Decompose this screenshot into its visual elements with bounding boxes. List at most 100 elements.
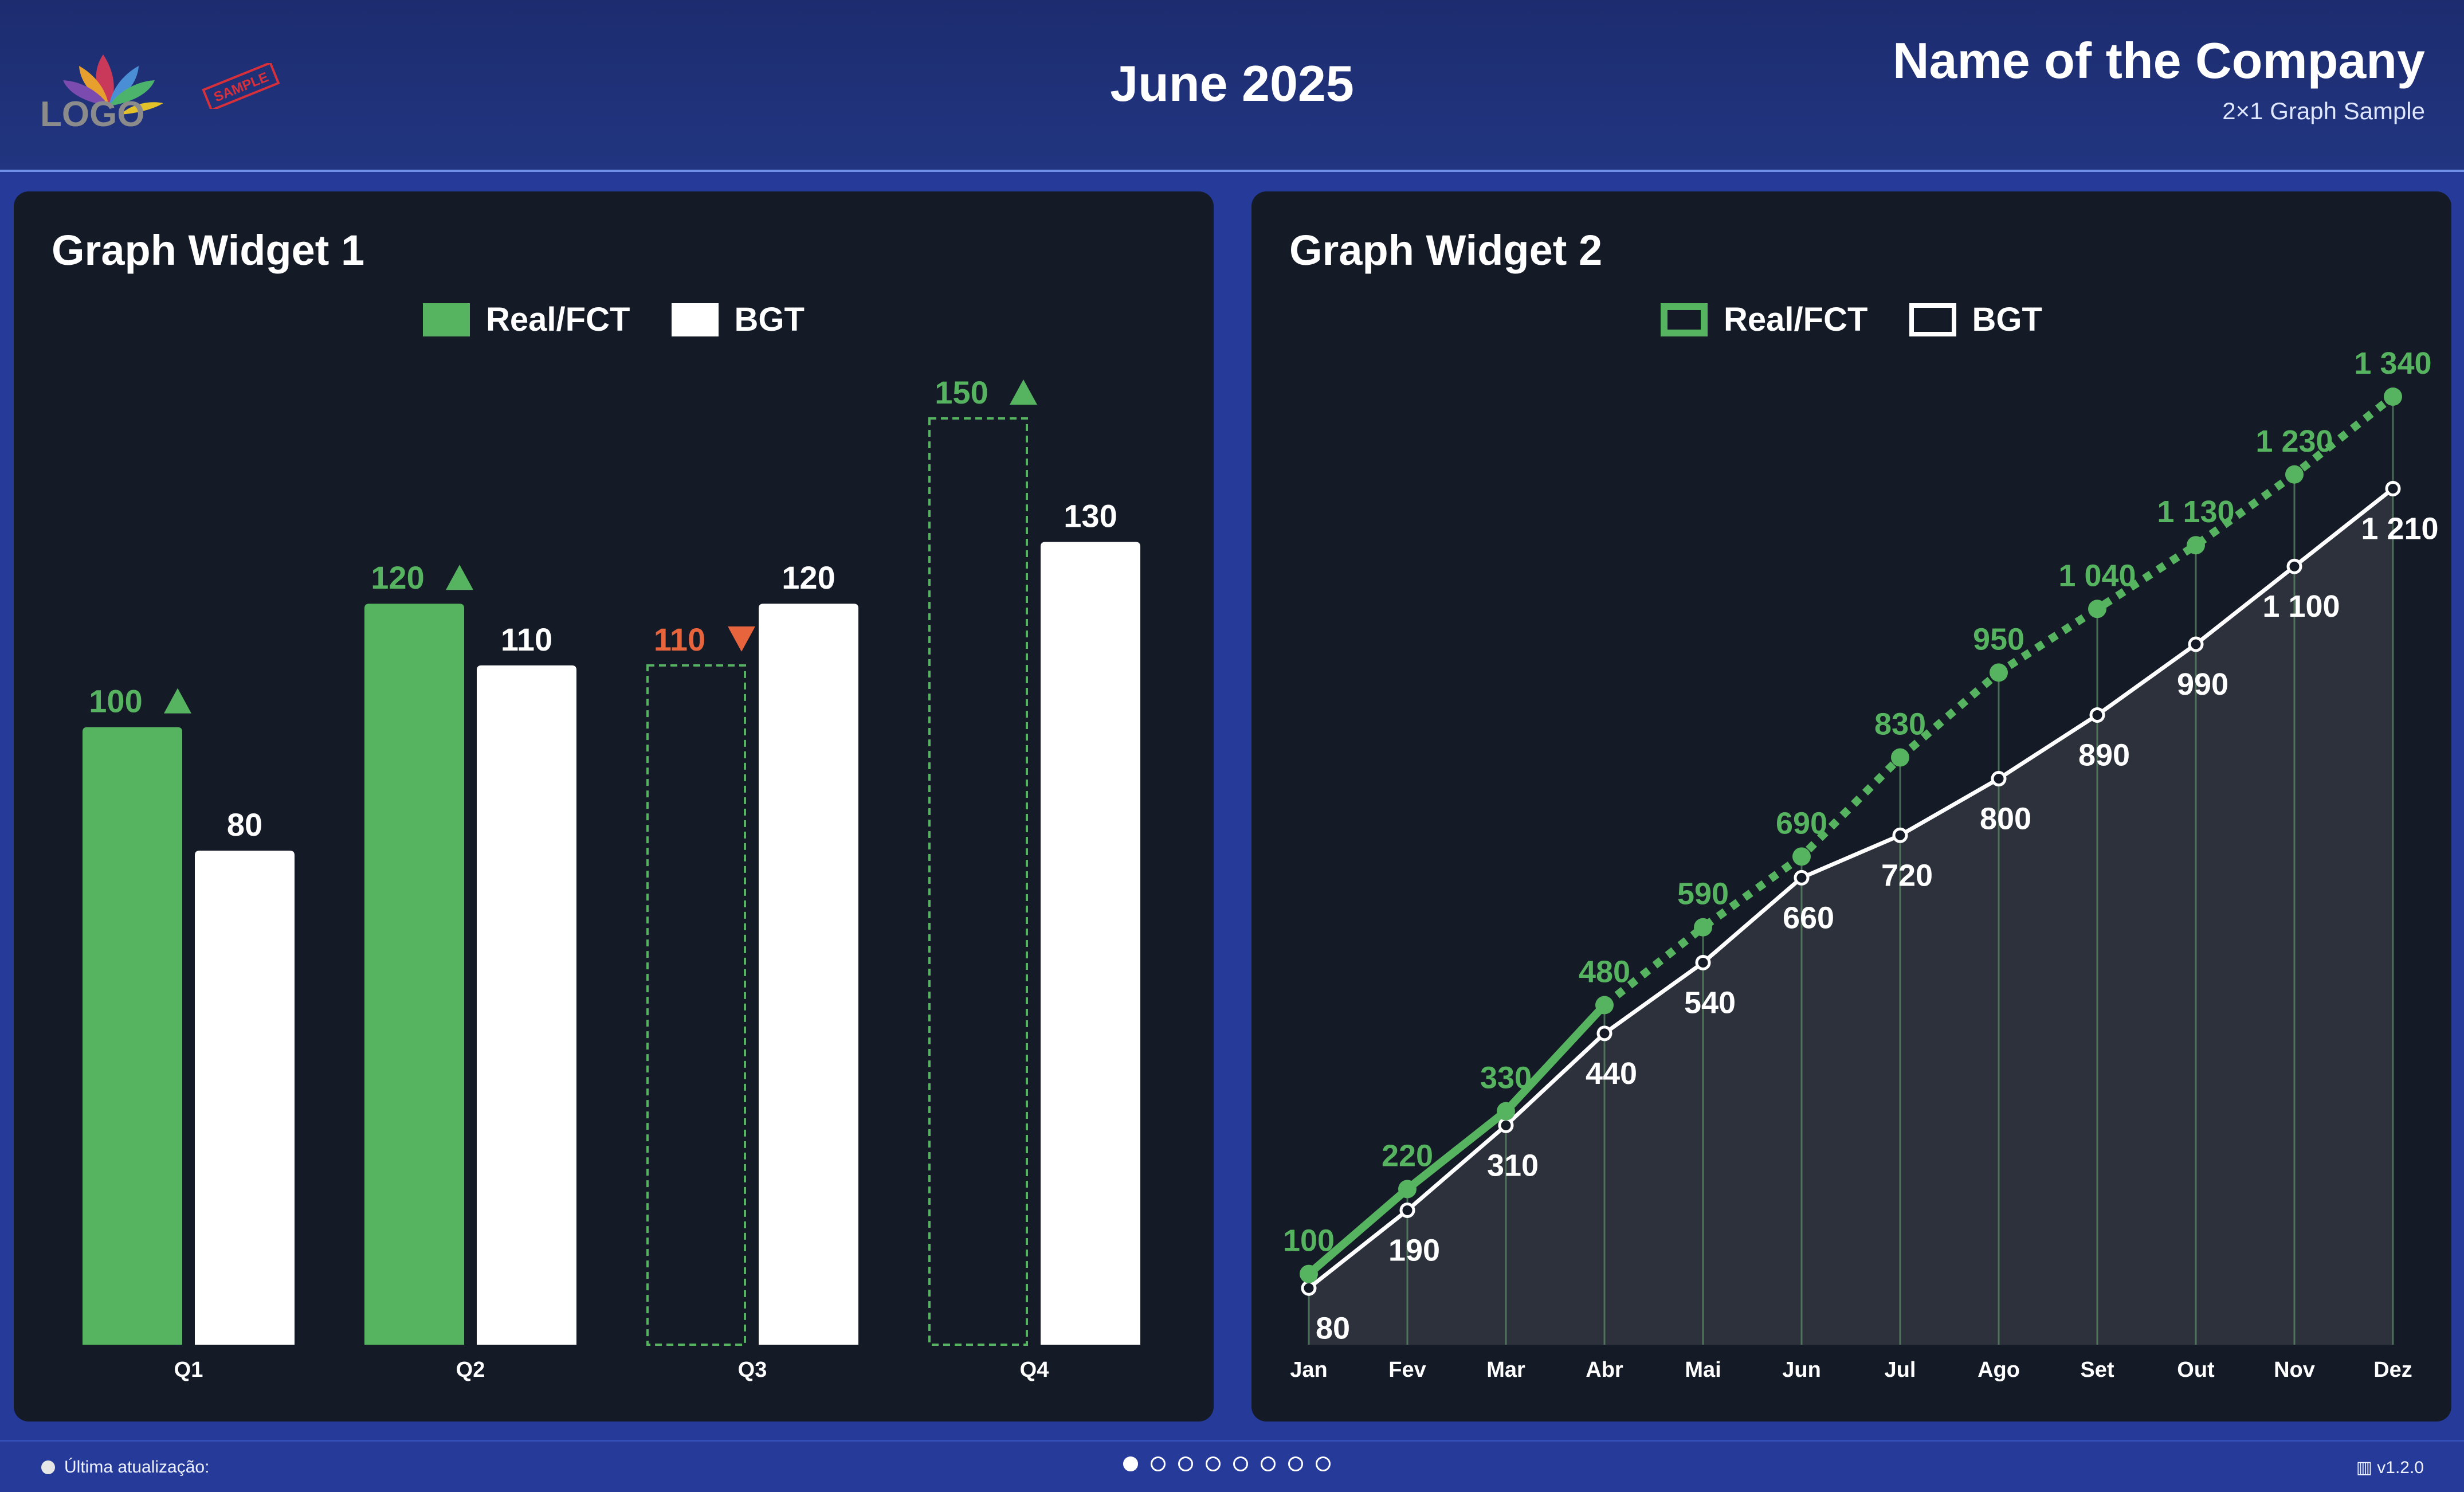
x-tick-label: Out [2177,1358,2215,1382]
trend-down-icon [728,626,755,652]
bgt-point-label: 890 [2078,738,2130,772]
bgt-point [2188,636,2204,652]
x-tick-label: Q3 [738,1358,767,1382]
real-point [2285,465,2304,484]
real-point [2384,387,2402,406]
bar-bgt [1041,542,1140,1345]
real-point-label: 830 [1874,707,1926,742]
page-dot[interactable] [1178,1456,1193,1471]
x-tick-label: Q4 [1020,1358,1049,1382]
page-indicator [1123,1456,1343,1471]
bar-bgt [195,851,295,1345]
trend-up-icon [446,565,473,590]
header-bar: LOGO SAMPLE June 2025 Name of the Compan… [0,0,2464,172]
bar-bgt-label: 80 [227,806,262,843]
x-tick-label: Fev [1388,1358,1426,1382]
real-point-label: 480 [1579,955,1630,989]
x-tick-label: Mar [1486,1358,1525,1382]
company-name: Name of the Company [1892,32,2425,89]
real-point [2187,536,2205,555]
x-tick-label: Jun [1782,1358,1821,1382]
bar-real [364,604,464,1345]
page-dot[interactable] [1233,1456,1248,1471]
bgt-point-label: 310 [1487,1148,1539,1182]
graph-widget-1: Graph Widget 1 Real/FCT BGT 100 80 Q1 120 11… [14,191,1214,1421]
real-point [1990,663,2008,682]
bar-real-forecast [928,417,1028,1346]
bgt-point-label: 720 [1881,858,1933,892]
bar-real-label: 150 [935,374,988,410]
x-tick-label: Abr [1586,1358,1623,1382]
status-dot-icon [41,1460,55,1474]
bar-bgt-label: 110 [501,621,552,657]
real-point [1694,918,1712,937]
bgt-point [1399,1202,1415,1218]
last-update-label: Última atualização: [64,1458,210,1477]
bgt-point-label: 80 [1316,1311,1350,1345]
x-tick-label: Nov [2274,1358,2315,1382]
x-tick-label: Jul [1885,1358,1916,1382]
footer-bar: Última atualização: ▥ v1.2.0 [0,1440,2464,1492]
page-dot[interactable] [1261,1456,1276,1471]
bgt-point-label: 1 100 [2262,589,2340,624]
real-point-label: 690 [1776,806,1827,840]
bgt-point [1892,827,1908,843]
last-update-status: Última atualização: [41,1458,209,1477]
bgt-point [2286,558,2302,574]
page-subtitle: 2×1 Graph Sample [2222,97,2425,124]
real-point-label: 1 040 [2058,558,2136,593]
bgt-point-label: 190 [1388,1233,1440,1267]
bar-real-label: 110 [654,621,705,657]
bar-real-forecast [646,664,746,1346]
version-label: ▥ v1.2.0 [2356,1458,2424,1478]
bar-bgt-label: 120 [782,559,835,596]
version-text: v1.2.0 [2377,1458,2424,1477]
bgt-point-label: 660 [1783,900,1834,935]
line-chart: 100 80 Jan 220 190 Fev 330 310 Mar 480 440 Abr 590 54… [1283,346,2439,1382]
bgt-point [2385,480,2401,496]
trend-up-icon [164,688,191,714]
x-tick-label: Q2 [456,1358,485,1382]
trend-up-icon [1010,379,1037,405]
page-dot[interactable] [1151,1456,1166,1471]
real-point-label: 950 [1973,622,2024,656]
bgt-point-label: 800 [1980,802,2031,836]
real-point-label: 330 [1480,1061,1532,1095]
bgt-point [2089,707,2105,723]
graph-widget-2: Graph Widget 2 Real/FCT BGT 100 80 Jan 220 1… [1251,191,2451,1421]
real-point-label: 1 130 [2157,495,2234,529]
bgt-point [1991,771,2007,787]
bar-chart: 100 80 Q1 120 110 Q2 110 120 Q3 150 130 Q4 [83,374,1140,1382]
real-point [2088,600,2106,618]
real-point [1891,748,1909,767]
x-tick-label: Set [2080,1358,2114,1382]
x-tick-label: Dez [2373,1358,2412,1382]
x-tick-label: Mai [1685,1358,1721,1382]
real-point-label: 1 340 [2354,346,2431,381]
real-point-label: 220 [1382,1138,1433,1173]
x-tick-label: Ago [1978,1358,2020,1382]
bgt-point [1596,1025,1612,1041]
real-point [1497,1102,1515,1121]
real-point [1595,996,1614,1015]
bgt-point [1498,1117,1514,1133]
real-point [1792,847,1811,866]
bar-real [83,727,182,1345]
page-dot[interactable] [1288,1456,1303,1471]
x-tick-label: Jan [1290,1358,1327,1382]
real-point [1398,1180,1417,1199]
bgt-point [1695,954,1711,970]
bar-bgt-label: 130 [1064,498,1117,534]
real-point [1300,1264,1318,1283]
chart-icon: ▥ [2356,1458,2377,1477]
bar-real-label: 100 [89,683,142,719]
page-dot[interactable] [1123,1456,1138,1471]
bgt-point [1301,1280,1317,1296]
bgt-point-label: 440 [1586,1056,1637,1091]
page-dot[interactable] [1206,1456,1221,1471]
bar-real-label: 120 [371,559,424,596]
page-dot[interactable] [1316,1456,1331,1471]
real-point-label: 590 [1677,877,1729,911]
bgt-point-label: 1 210 [2361,511,2438,546]
bgt-point-label: 990 [2177,667,2228,702]
